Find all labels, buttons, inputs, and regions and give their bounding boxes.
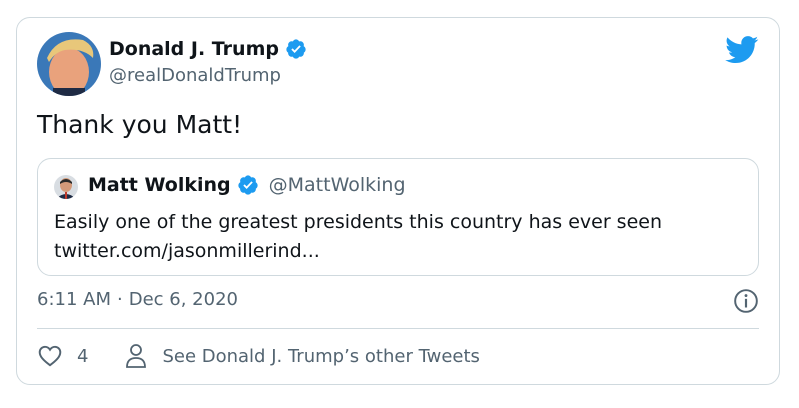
verified-badge-icon bbox=[286, 39, 306, 59]
quoted-author-avatar[interactable] bbox=[54, 175, 78, 199]
tweet-text: Thank you Matt! bbox=[37, 110, 243, 139]
person-icon bbox=[126, 344, 147, 368]
twitter-bird-icon[interactable] bbox=[725, 36, 759, 64]
quoted-author-handle[interactable]: @MattWolking bbox=[269, 174, 406, 196]
divider bbox=[37, 328, 759, 329]
tweet-card: Donald J. Trump @realDonaldTrump Thank y… bbox=[16, 17, 780, 385]
author-name[interactable]: Donald J. Trump bbox=[109, 38, 279, 60]
quoted-tweet[interactable]: Matt Wolking @MattWolking Easily one of … bbox=[37, 158, 759, 276]
quoted-tweet-text: Easily one of the greatest presidents th… bbox=[54, 208, 662, 266]
timestamp-separator: · bbox=[117, 289, 123, 310]
like-count[interactable]: 4 bbox=[77, 346, 88, 367]
info-icon[interactable] bbox=[733, 288, 759, 314]
other-tweets-link[interactable]: See Donald J. Trump’s other Tweets bbox=[162, 346, 479, 367]
author-avatar[interactable] bbox=[37, 32, 101, 96]
quoted-link[interactable]: twitter.com/jasonmillerind... bbox=[54, 237, 662, 266]
quoted-author-name[interactable]: Matt Wolking bbox=[88, 174, 231, 196]
author-handle[interactable]: @realDonaldTrump bbox=[109, 65, 281, 86]
tweet-date: Dec 6, 2020 bbox=[128, 289, 238, 310]
tweet-actions: 4 See Donald J. Trump’s other Tweets bbox=[37, 343, 480, 369]
verified-badge-icon bbox=[238, 175, 258, 195]
heart-icon[interactable] bbox=[37, 343, 63, 369]
tweet-timestamp[interactable]: 6:11 AM · Dec 6, 2020 bbox=[37, 289, 238, 310]
quoted-text-line: Easily one of the greatest presidents th… bbox=[54, 211, 662, 233]
tweet-time: 6:11 AM bbox=[37, 289, 111, 310]
